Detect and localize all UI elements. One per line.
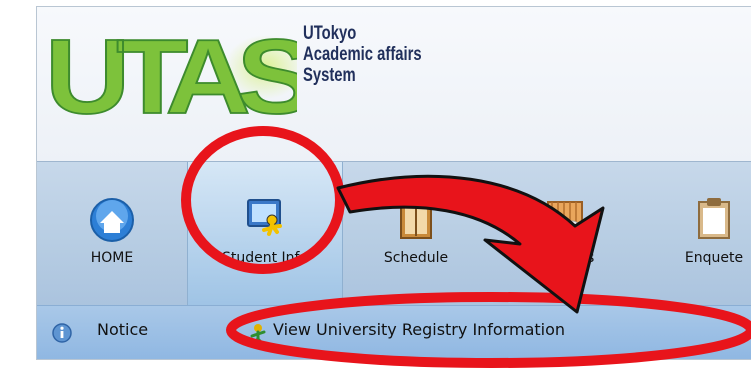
- syllabus-icon: [547, 201, 583, 240]
- tab-home-label: HOME: [90, 250, 134, 266]
- info-icon: [52, 323, 72, 343]
- tab-student-info[interactable]: Student Info: [187, 162, 343, 308]
- utas-logo: UTAS: [44, 16, 297, 137]
- subnav-view-registry[interactable]: View University Registry Information: [273, 320, 565, 339]
- person-icon: [250, 324, 266, 344]
- app-window: UTAS UTokyo Academic affairs System HOME: [36, 6, 751, 360]
- enquete-icon: [698, 198, 730, 239]
- main-nav: HOME Student Info Schedule Syllabus Enqu…: [37, 161, 751, 308]
- schedule-icon: [400, 203, 432, 239]
- tab-student-info-label: Student Info: [221, 250, 309, 266]
- app-title-line-1: UTokyo: [303, 23, 357, 44]
- tab-schedule[interactable]: Schedule: [341, 162, 491, 308]
- tab-enquete-label: Enquete: [684, 250, 744, 266]
- home-icon: [90, 198, 134, 242]
- app-title: UTokyo Academic affairs System: [303, 23, 422, 86]
- tab-enquete[interactable]: Enquete: [639, 162, 751, 308]
- subnav-notice[interactable]: Notice: [97, 320, 148, 339]
- tab-schedule-label: Schedule: [383, 250, 449, 266]
- svg-text:UTAS: UTAS: [45, 17, 297, 136]
- tab-syllabus[interactable]: Syllabus: [491, 162, 639, 308]
- app-title-line-3: System: [303, 65, 356, 86]
- student-info-icon: [247, 199, 282, 236]
- app-title-line-2: Academic affairs: [303, 44, 422, 65]
- app-header: UTAS UTokyo Academic affairs System: [37, 7, 751, 161]
- sub-nav: Notice View University Registry Informat…: [37, 305, 751, 359]
- tab-syllabus-label: Syllabus: [535, 250, 595, 266]
- tab-home[interactable]: HOME: [37, 162, 187, 308]
